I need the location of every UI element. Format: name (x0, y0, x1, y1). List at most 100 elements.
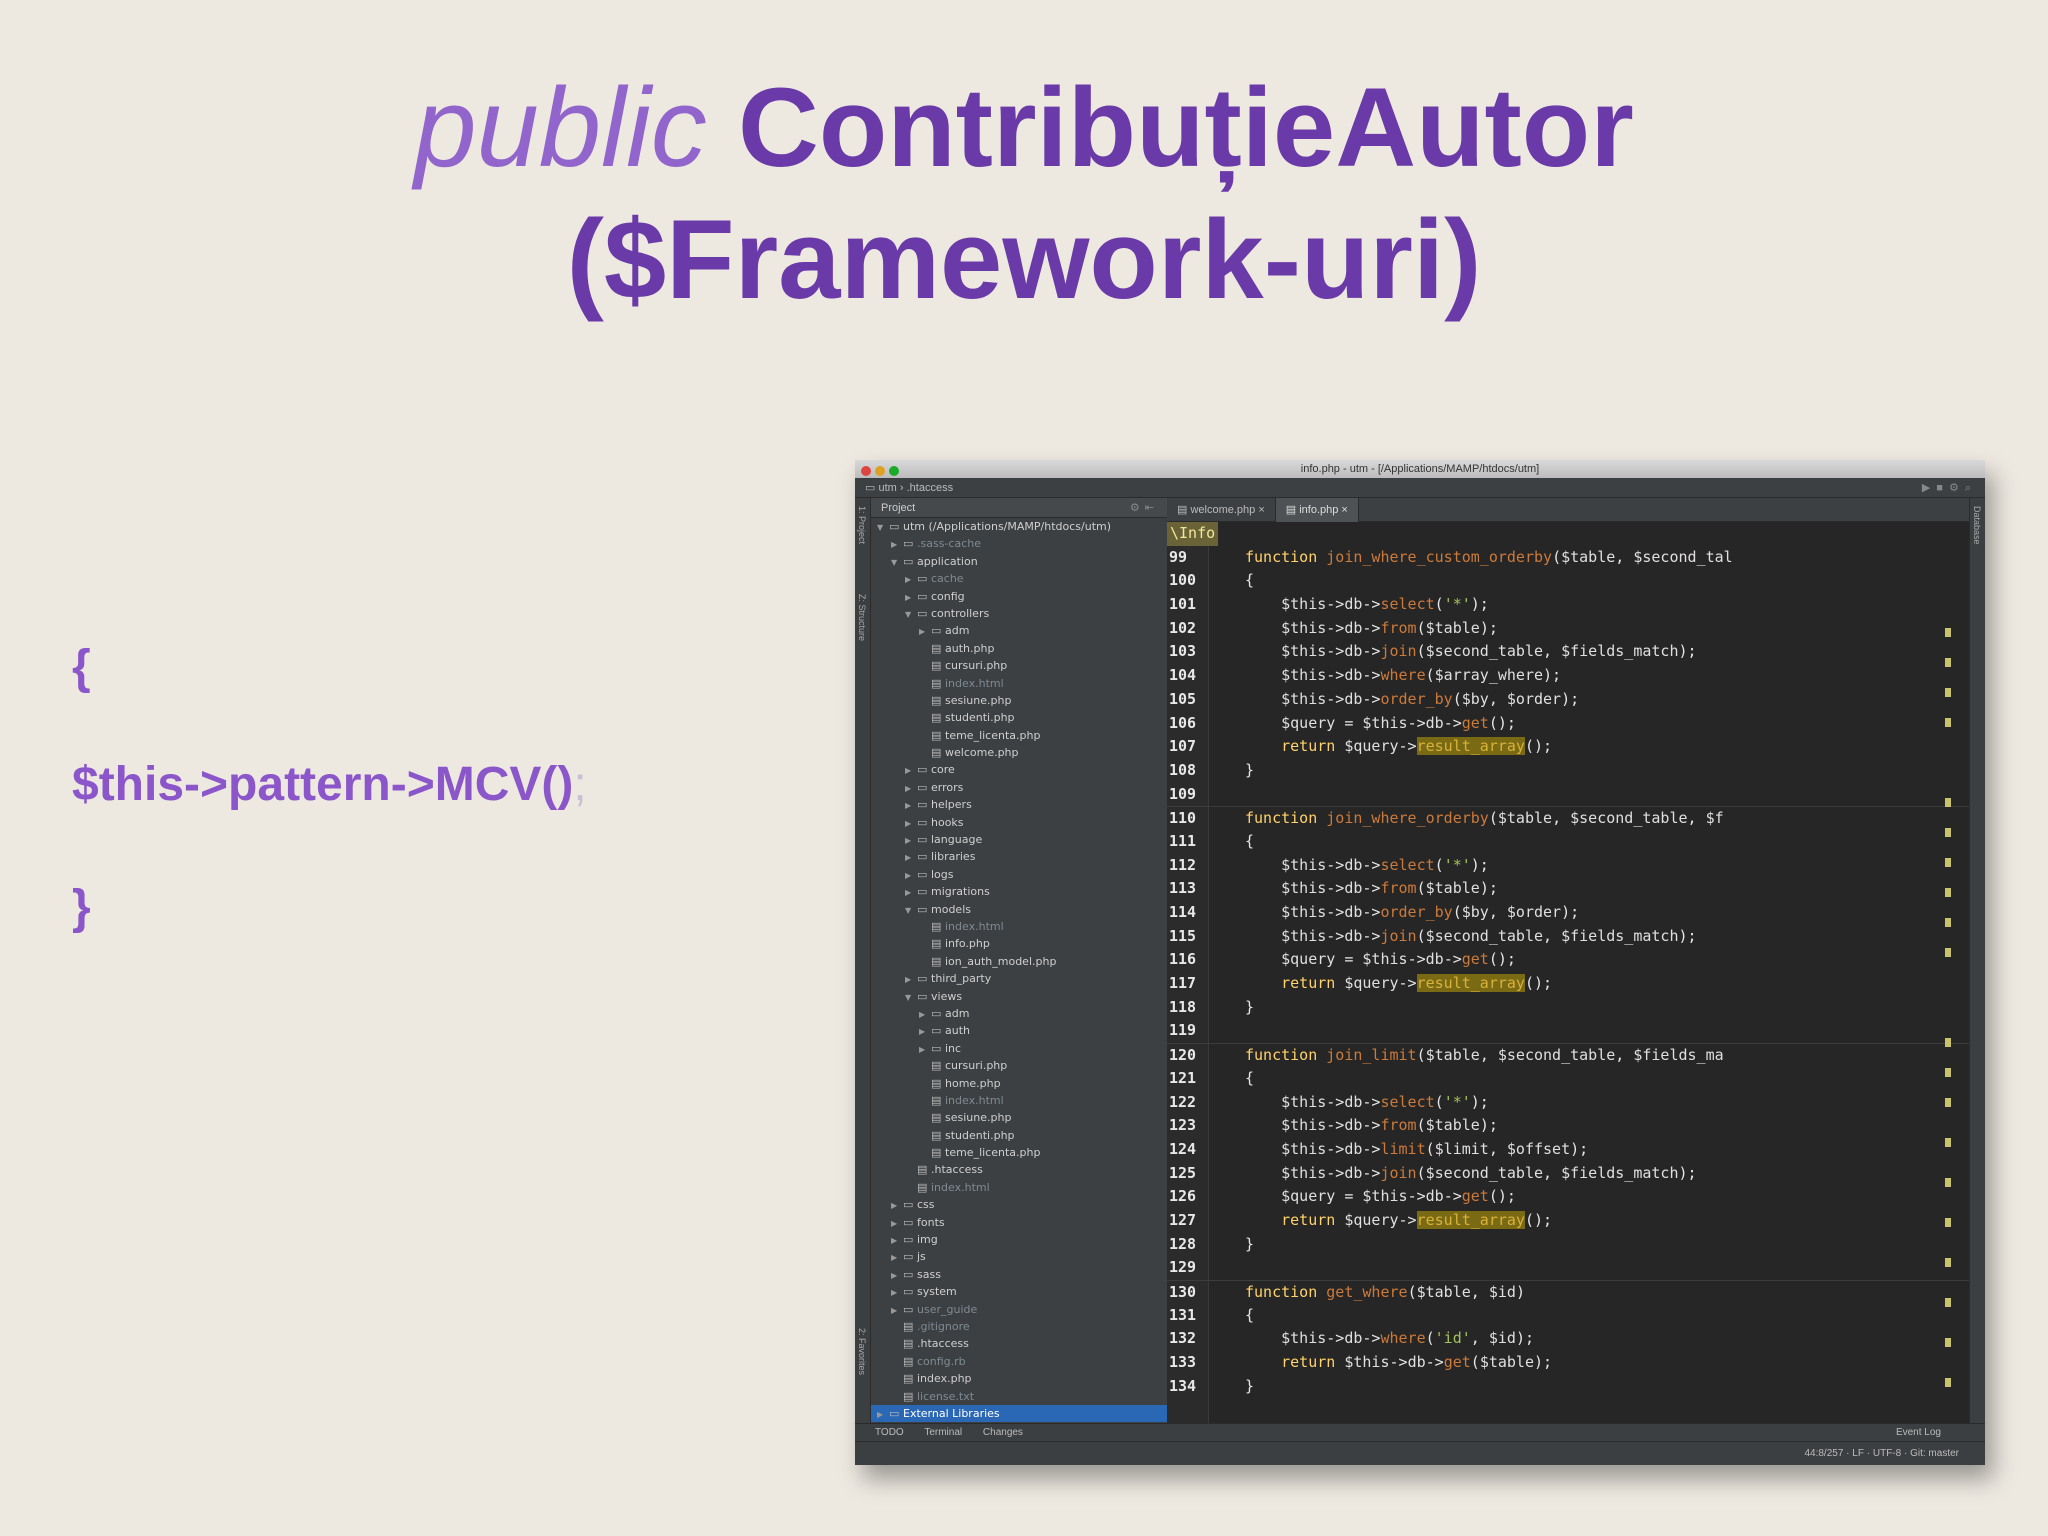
tree-item[interactable]: ▤ index.html (871, 675, 1167, 692)
chevron-right-icon[interactable]: ▶ (905, 832, 917, 848)
tree-item[interactable]: ▶ ▭ config (871, 588, 1167, 605)
code-text[interactable]: $this->db->from($table); (1245, 1114, 1865, 1138)
tree-item[interactable]: ▶ ▭ adm (871, 622, 1167, 639)
warning-mark[interactable] (1945, 1298, 1951, 1307)
warning-mark[interactable] (1945, 1138, 1951, 1147)
code-text[interactable]: $this->db->select('*'); (1245, 854, 1865, 878)
tree-item[interactable]: ▤ cursuri.php (871, 657, 1167, 674)
code-text[interactable]: $this->db->select('*'); (1245, 593, 1865, 617)
tree-item[interactable]: ▶ ▭ third_party (871, 970, 1167, 987)
cursor-position[interactable]: 44:8/257 (1804, 1448, 1843, 1459)
editor-tab[interactable]: ▤ welcome.php × (1167, 498, 1276, 522)
tree-item[interactable]: ▶ ▭ user_guide (871, 1301, 1167, 1318)
nav-project[interactable]: utm (878, 482, 896, 494)
warning-mark[interactable] (1945, 1178, 1951, 1187)
chevron-right-icon[interactable]: ▶ (877, 1406, 889, 1422)
code-text[interactable]: $this->db->from($table); (1245, 617, 1865, 641)
chevron-right-icon[interactable]: ▶ (891, 1232, 903, 1248)
code-text[interactable]: return $query->result_array(); (1245, 972, 1865, 996)
chevron-right-icon[interactable]: ▶ (905, 815, 917, 831)
warning-mark[interactable] (1945, 1258, 1951, 1267)
chevron-down-icon[interactable]: ▼ (905, 902, 917, 918)
chevron-right-icon[interactable]: ▶ (905, 797, 917, 813)
chevron-down-icon[interactable]: ▼ (891, 554, 903, 570)
close-tab-icon[interactable]: × (1338, 504, 1347, 516)
tree-item[interactable]: ▶ ▭ External Libraries (871, 1404, 1167, 1423)
chevron-right-icon[interactable]: ▶ (905, 762, 917, 778)
tree-item[interactable]: ▤ ion_auth_model.php (871, 953, 1167, 970)
chevron-right-icon[interactable]: ▶ (919, 1023, 931, 1039)
warning-mark[interactable] (1945, 1218, 1951, 1227)
tree-item[interactable]: ▤ studenti.php (871, 709, 1167, 726)
gear-icon[interactable]: ⚙ (1130, 502, 1145, 514)
chevron-down-icon[interactable]: ▼ (877, 519, 889, 535)
chevron-right-icon[interactable]: ▶ (905, 867, 917, 883)
code-text[interactable]: $this->db->join($second_table, $fields_m… (1245, 640, 1865, 664)
warning-mark[interactable] (1945, 1338, 1951, 1347)
code-text[interactable]: { (1245, 1067, 1865, 1091)
chevron-right-icon[interactable]: ▶ (905, 780, 917, 796)
tree-item[interactable]: ▤ .gitignore (871, 1318, 1167, 1335)
warning-mark[interactable] (1945, 1038, 1951, 1047)
code-text[interactable]: $this->db->from($table); (1245, 877, 1865, 901)
tree-item[interactable]: ▤ sesiune.php (871, 1109, 1167, 1126)
close-icon[interactable] (861, 466, 871, 476)
tree-item[interactable]: ▤ info.php (871, 935, 1167, 952)
code-text[interactable]: function join_where_orderby($table, $sec… (1245, 807, 1865, 831)
warning-mark[interactable] (1945, 688, 1951, 697)
tree-item[interactable]: ▼ ▭ views (871, 988, 1167, 1005)
tree-item[interactable]: ▤ index.html (871, 1179, 1167, 1196)
minimize-icon[interactable] (875, 466, 885, 476)
code-text[interactable]: $query = $this->db->get(); (1245, 1185, 1865, 1209)
chevron-down-icon[interactable]: ▼ (905, 606, 917, 622)
tree-item[interactable]: ▼ ▭ application (871, 553, 1167, 570)
tree-item[interactable]: ▶ ▭ auth (871, 1022, 1167, 1039)
code-text[interactable]: $this->db->join($second_table, $fields_m… (1245, 1162, 1865, 1186)
tree-item[interactable]: ▶ ▭ core (871, 761, 1167, 778)
chevron-right-icon[interactable]: ▶ (905, 571, 917, 587)
chevron-right-icon[interactable]: ▶ (891, 1302, 903, 1318)
tree-item[interactable]: ▤ home.php (871, 1075, 1167, 1092)
project-panel-label[interactable]: Project (881, 502, 915, 514)
line-separator[interactable]: LF (1852, 1448, 1864, 1459)
chevron-right-icon[interactable]: ▶ (905, 849, 917, 865)
warning-mark[interactable] (1945, 858, 1951, 867)
event-log-tab[interactable]: Event Log (1896, 1424, 1941, 1442)
tree-item[interactable]: ▤ auth.php (871, 640, 1167, 657)
warning-mark[interactable] (1945, 718, 1951, 727)
tree-item[interactable]: ▤ sesiune.php (871, 692, 1167, 709)
chevron-right-icon[interactable]: ▶ (905, 884, 917, 900)
tree-item[interactable]: ▤ teme_licenta.php (871, 727, 1167, 744)
tree-item[interactable]: ▤ license.txt (871, 1388, 1167, 1405)
tree-item[interactable]: ▼ ▭ controllers (871, 605, 1167, 622)
chevron-right-icon[interactable]: ▶ (919, 1006, 931, 1022)
code-text[interactable]: } (1245, 759, 1865, 783)
code-text[interactable]: } (1245, 1233, 1865, 1257)
tool-window-structure[interactable]: Z: Structure (857, 594, 867, 641)
chevron-right-icon[interactable]: ▶ (919, 623, 931, 639)
code-text[interactable]: return $query->result_array(); (1245, 1209, 1865, 1233)
tree-item[interactable]: ▼ ▭ models (871, 901, 1167, 918)
code-text[interactable]: $query = $this->db->get(); (1245, 948, 1865, 972)
warning-mark[interactable] (1945, 628, 1951, 637)
warning-mark[interactable] (1945, 948, 1951, 957)
code-text[interactable]: function get_where($table, $id) (1245, 1281, 1865, 1305)
zoom-icon[interactable] (889, 466, 899, 476)
code-text[interactable]: } (1245, 996, 1865, 1020)
code-text[interactable]: $this->db->select('*'); (1245, 1091, 1865, 1115)
code-text[interactable]: $this->db->limit($limit, $offset); (1245, 1138, 1865, 1162)
code-text[interactable]: $query = $this->db->get(); (1245, 712, 1865, 736)
chevron-right-icon[interactable]: ▶ (891, 1197, 903, 1213)
settings-icon[interactable]: ⚙ (1949, 482, 1965, 494)
tree-item[interactable]: ▤ welcome.php (871, 744, 1167, 761)
chevron-right-icon[interactable]: ▶ (891, 1284, 903, 1300)
tree-item[interactable]: ▶ ▭ js (871, 1248, 1167, 1265)
tree-item[interactable]: ▶ ▭ css (871, 1196, 1167, 1213)
tree-item[interactable]: ▶ ▭ migrations (871, 883, 1167, 900)
code-text[interactable]: function join_limit($table, $second_tabl… (1245, 1044, 1865, 1068)
tree-item[interactable]: ▶ ▭ sass (871, 1266, 1167, 1283)
tree-item[interactable]: ▤ .htaccess (871, 1335, 1167, 1352)
warning-mark[interactable] (1945, 658, 1951, 667)
tree-item[interactable]: ▶ ▭ errors (871, 779, 1167, 796)
tree-item[interactable]: ▶ ▭ hooks (871, 814, 1167, 831)
